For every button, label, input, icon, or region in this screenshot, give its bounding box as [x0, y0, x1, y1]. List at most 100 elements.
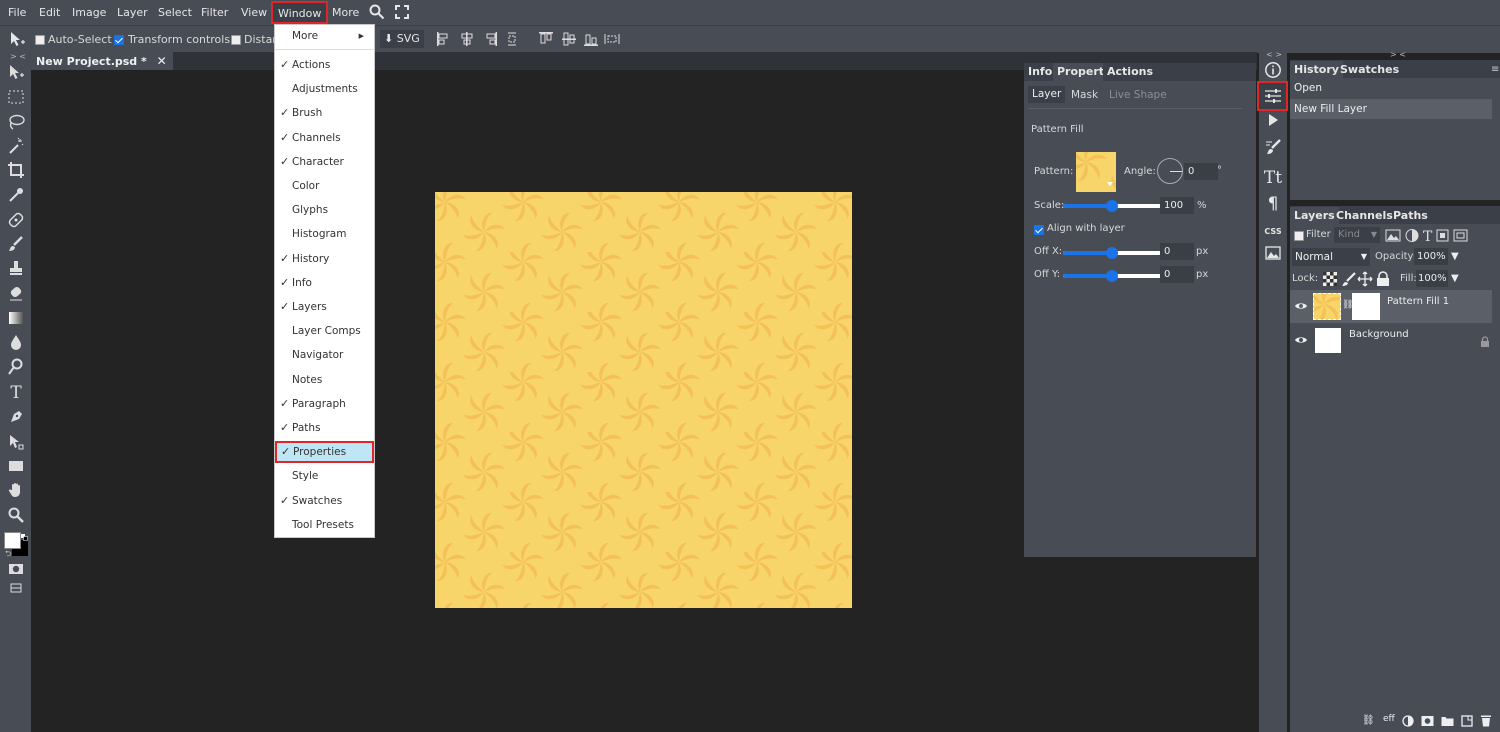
marquee-tool-icon[interactable] — [5, 88, 27, 108]
window-menu-item-glyphs[interactable]: Glyphs — [275, 199, 374, 221]
window-menu-item-more[interactable]: More ▶ — [275, 25, 374, 47]
align-top-icon[interactable] — [538, 31, 554, 47]
window-menu-item-character[interactable]: ✓ Character — [275, 151, 374, 173]
move-tool-icon[interactable] — [5, 63, 27, 83]
window-menu-item-paragraph[interactable]: ✓ Paragraph — [275, 393, 374, 415]
align-left-icon[interactable] — [436, 31, 450, 47]
opacity-input[interactable]: 100% — [1414, 248, 1448, 265]
layer-row-pattern-fill[interactable]: ⛓ Pattern Fill 1 — [1290, 290, 1492, 323]
offset-y-slider-knob[interactable] — [1106, 270, 1118, 282]
window-menu-item-swatches[interactable]: ✓ Swatches — [275, 490, 374, 512]
screen-mode-icon[interactable] — [5, 579, 27, 599]
layer-effects-button[interactable]: eff — [1383, 714, 1395, 724]
filter-checkbox[interactable] — [1294, 231, 1304, 241]
tab-info[interactable]: Info — [1028, 63, 1052, 81]
quick-mask-icon[interactable] — [5, 560, 27, 580]
opacity-dropdown-icon[interactable]: ▼ — [1451, 251, 1459, 262]
layer-mask-thumbnail[interactable] — [1352, 293, 1380, 320]
add-mask-icon[interactable] — [1421, 715, 1434, 727]
window-menu-item-actions[interactable]: ✓ Actions — [275, 54, 374, 76]
tab-paths[interactable]: Paths — [1393, 207, 1428, 224]
window-menu-item-history[interactable]: ✓ History — [275, 248, 374, 270]
collapse-panels-icon[interactable]: > < — [1390, 50, 1406, 59]
align-center-icon[interactable] — [460, 31, 474, 47]
menu-image[interactable]: Image — [72, 0, 106, 25]
foreground-color-swatch[interactable] — [4, 532, 21, 549]
paragraph-icon[interactable]: ¶ — [1262, 193, 1284, 215]
play-actions-icon[interactable] — [1262, 111, 1284, 133]
align-right-icon[interactable] — [484, 31, 498, 47]
crop-tool-icon[interactable] — [5, 161, 27, 181]
gradient-tool-icon[interactable] — [5, 309, 27, 329]
tab-swatches[interactable]: Swatches — [1340, 61, 1399, 78]
window-menu-item-navigator[interactable]: Navigator — [275, 344, 374, 366]
distances-checkbox[interactable] — [231, 35, 241, 45]
close-tab-icon[interactable]: ✕ — [157, 54, 167, 68]
css-icon[interactable]: CSS — [1262, 221, 1284, 243]
character-icon[interactable]: Tt — [1262, 167, 1284, 189]
eraser-tool-icon[interactable] — [5, 284, 27, 304]
tab-history[interactable]: History — [1290, 61, 1343, 78]
menu-file[interactable]: File — [8, 0, 26, 25]
align-bottom-icon[interactable] — [583, 31, 599, 47]
stamp-tool-icon[interactable] — [5, 259, 27, 279]
window-menu-item-histogram[interactable]: Histogram — [275, 223, 374, 245]
fullscreen-icon[interactable] — [395, 5, 409, 19]
eye-icon[interactable] — [1294, 301, 1308, 311]
default-colors-icon[interactable] — [21, 531, 28, 541]
pen-tool-icon[interactable] — [5, 408, 27, 428]
new-layer-icon[interactable] — [1461, 715, 1473, 727]
menu-select[interactable]: Select — [158, 0, 192, 25]
menu-window[interactable]: Window — [271, 1, 329, 24]
menu-layer[interactable]: Layer — [117, 0, 148, 25]
distribute-horizontal-icon[interactable] — [506, 31, 518, 47]
angle-dial[interactable] — [1157, 158, 1183, 184]
properties-panel-button[interactable] — [1257, 81, 1288, 111]
scale-input[interactable]: 100 — [1160, 197, 1194, 214]
offset-x-input[interactable]: 0 — [1160, 243, 1194, 260]
search-icon[interactable] — [369, 4, 385, 20]
history-item-selected[interactable]: New Fill Layer — [1290, 99, 1492, 119]
auto-select-checkbox[interactable] — [35, 35, 45, 45]
distribute-vertical-icon[interactable] — [603, 31, 621, 47]
subtab-mask[interactable]: Mask — [1071, 89, 1098, 101]
offset-x-slider[interactable] — [1063, 247, 1161, 259]
collapse-strip-icon[interactable]: < > — [1266, 50, 1282, 59]
tab-properties[interactable]: Propert — [1053, 63, 1103, 81]
fill-dropdown-icon[interactable]: ▼ — [1451, 273, 1459, 284]
path-select-tool-icon[interactable] — [5, 433, 27, 453]
window-menu-item-notes[interactable]: Notes — [275, 369, 374, 391]
lasso-tool-icon[interactable] — [5, 113, 27, 133]
transform-controls-checkbox[interactable] — [114, 35, 124, 45]
link-layers-icon[interactable]: ⛓ — [1362, 715, 1375, 726]
blend-mode-select[interactable]: Normal ▼ — [1292, 248, 1370, 266]
window-menu-item-brush[interactable]: ✓ Brush — [275, 102, 374, 124]
align-middle-icon[interactable] — [561, 31, 577, 47]
offset-x-slider-knob[interactable] — [1106, 247, 1118, 259]
scale-slider-knob[interactable] — [1106, 200, 1118, 212]
tab-actions[interactable]: Actions — [1103, 63, 1157, 81]
history-item[interactable]: Open — [1290, 78, 1492, 98]
type-tool-icon[interactable]: T — [5, 383, 27, 403]
kind-select[interactable]: Kind ▼ — [1334, 227, 1380, 243]
offset-y-input[interactable]: 0 — [1160, 266, 1194, 283]
blur-tool-icon[interactable] — [5, 333, 27, 353]
tab-channels[interactable]: Channels — [1336, 207, 1393, 224]
hand-tool-icon[interactable] — [5, 481, 27, 501]
dodge-tool-icon[interactable] — [5, 358, 27, 378]
move-tool-icon[interactable] — [8, 30, 26, 48]
panel-menu-icon[interactable]: ≡ — [1491, 64, 1499, 75]
magic-wand-tool-icon[interactable] — [5, 137, 27, 157]
window-menu-item-adjustments[interactable]: Adjustments — [275, 78, 374, 100]
image-icon[interactable] — [1262, 245, 1284, 267]
eye-icon[interactable] — [1294, 335, 1308, 345]
menu-edit[interactable]: Edit — [39, 0, 60, 25]
window-menu-item-channels[interactable]: ✓ Channels — [275, 127, 374, 149]
window-menu-item-style[interactable]: Style — [275, 465, 374, 487]
brush-settings-icon[interactable] — [1262, 138, 1284, 160]
menu-view[interactable]: View — [241, 0, 267, 25]
delete-layer-icon[interactable] — [1480, 714, 1492, 727]
export-svg-button[interactable]: ⬇ SVG — [380, 30, 424, 48]
menu-filter[interactable]: Filter — [201, 0, 228, 25]
collapse-toolbar-icon[interactable]: > < — [10, 52, 26, 61]
